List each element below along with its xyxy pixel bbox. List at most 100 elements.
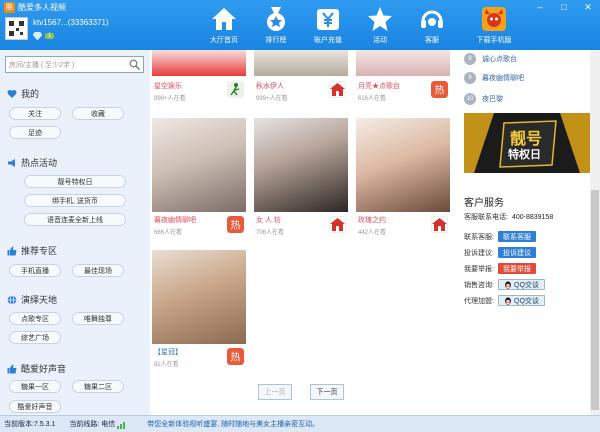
service-label: 联系客服: — [464, 233, 494, 241]
report-button[interactable]: 我要举报 — [498, 263, 536, 274]
room-card[interactable]: 星空娱乐 999+人在看 — [152, 50, 246, 106]
main-nav: 大厅首页 排行榜 账户充值 活动 客服 下载手机版 — [198, 6, 520, 48]
ranking-item[interactable]: 8 诚心点歌台 — [464, 53, 517, 65]
sidebar-item-favorites[interactable]: 收藏 — [72, 107, 124, 120]
nav-service-label: 客服 — [425, 37, 439, 44]
section-good-voice[interactable]: 酷爱好声音 — [7, 362, 66, 375]
service-row: 投诉建议: 投诉建议 — [464, 247, 536, 258]
phone-label: 客服联系电话: — [464, 214, 508, 221]
sidebar-item-history[interactable]: 足迹 — [9, 126, 61, 139]
room-name: 玫瑰之约 — [358, 217, 386, 224]
yuan-icon — [317, 9, 339, 30]
diamond-icon — [33, 32, 42, 40]
contact-service-button[interactable]: 联系客服 — [498, 231, 536, 242]
room-card[interactable]: 玫瑰之约 442人在看 — [356, 118, 450, 242]
sidebar-item-song-request[interactable]: 点歌专区 — [9, 312, 61, 325]
service-title: 客户服务 — [464, 198, 504, 209]
next-page-button[interactable]: 下一页 — [310, 384, 344, 400]
window-title: 酷爱多人视频 — [18, 2, 66, 12]
room-card[interactable]: 女 人 坊 706人在看 — [254, 118, 348, 242]
sidebar-item-variety[interactable]: 综艺广场 — [9, 331, 61, 344]
home-icon — [212, 8, 236, 30]
scrollbar-thumb[interactable] — [591, 190, 599, 410]
nav-service[interactable]: 客服 — [406, 6, 458, 48]
room-card[interactable]: 月亮★点歌台 616人在看 热 — [356, 50, 450, 106]
scrollbar[interactable] — [590, 50, 600, 415]
section-mine[interactable]: 我的 — [7, 87, 39, 100]
service-row: 联系客服: 联系客服 — [464, 231, 536, 242]
sidebar-item-candy-2[interactable]: 糖果二区 — [72, 380, 124, 393]
room-card[interactable]: 暮夜幽情聊吧 666人在看 热 — [152, 118, 246, 242]
sidebar-item-dance[interactable]: 唯舞独尊 — [72, 312, 124, 325]
room-name: 暮夜幽情聊吧 — [154, 217, 196, 224]
ranking-item[interactable]: 10 夜巴黎 — [464, 93, 503, 105]
signal-icon — [117, 421, 126, 429]
maximize-button[interactable]: □ — [552, 0, 576, 14]
service-row: 我要举报: 我要举报 — [464, 263, 536, 274]
sidebar-item-mobile-live[interactable]: 手机直播 — [9, 264, 61, 277]
room-thumbnail — [152, 118, 246, 212]
nav-activity[interactable]: 活动 — [354, 6, 406, 48]
user-id: ktv1567...(33363371) — [33, 18, 109, 27]
qr-code-icon — [9, 21, 24, 36]
sidebar-item-voice-mic[interactable]: 语音连麦全新上线 — [24, 213, 126, 226]
svg-text:热: 热 — [231, 351, 241, 364]
search-icon[interactable] — [129, 59, 140, 70]
room-viewer-count: 442人在看 — [358, 230, 387, 236]
qq-icon — [505, 280, 511, 289]
nav-ranking[interactable]: 排行榜 — [250, 6, 302, 48]
section-performance-title: 演绎天地 — [21, 295, 58, 305]
room-viewer-count: 706人在看 — [256, 230, 285, 236]
room-card[interactable]: 秋水伊人 999+人在看 — [254, 50, 348, 106]
user-level: 1 — [33, 32, 55, 40]
phone-number: 400-8839158 — [511, 213, 554, 221]
section-hot-events[interactable]: 热点活动 — [7, 156, 57, 169]
nav-download[interactable]: 下载手机版 — [468, 6, 520, 48]
avatar[interactable] — [5, 17, 28, 40]
thumb-icon — [7, 246, 17, 255]
rank-number: 9 — [464, 72, 476, 84]
qq-chat-button[interactable]: QQ交谈 — [498, 295, 545, 306]
qq-chat-label: QQ交谈 — [514, 281, 539, 289]
sidebar-item-candy-1[interactable]: 糖果一区 — [9, 380, 61, 393]
sidebar-item-best-live[interactable]: 最佳现场 — [72, 264, 124, 277]
prev-page-button[interactable]: 上一页 — [258, 384, 292, 400]
room-card[interactable]: 【星冠】 92人在看 热 — [152, 250, 246, 374]
sidebar-item-bind-phone[interactable]: 绑手机, 送货币 — [24, 194, 126, 207]
nav-recharge[interactable]: 账户充值 — [302, 6, 354, 48]
feedback-button[interactable]: 投诉建议 — [498, 247, 536, 258]
section-good-voice-title: 酷爱好声音 — [21, 364, 67, 374]
nav-recharge-label: 账户充值 — [314, 37, 342, 44]
service-row: 代理加盟: QQ交谈 — [464, 295, 545, 306]
nav-home[interactable]: 大厅首页 — [198, 6, 250, 48]
headset-icon — [421, 10, 443, 28]
sidebar-item-follow[interactable]: 关注 — [9, 107, 61, 120]
close-button[interactable]: ✕ — [576, 0, 600, 14]
level-badge: 1 — [45, 33, 55, 39]
ranking-item[interactable]: 9 暮夜幽情聊吧 — [464, 72, 524, 84]
marquee-text: 带您全新体验视听盛宴, 随时随地与美女主播亲密互动。 — [147, 421, 320, 428]
room-name: 星空娱乐 — [154, 83, 182, 90]
line-text: 当前线路: 电信 — [69, 421, 116, 428]
section-recommended-title: 推荐专区 — [21, 246, 58, 256]
globe-icon — [7, 294, 17, 305]
room-name: 【星冠】 — [154, 349, 182, 356]
promo-banner[interactable]: 靓号 特权日 — [464, 113, 590, 173]
star-icon — [368, 7, 392, 31]
search-input[interactable]: 房间/主播 ( 至少2字 ) — [5, 56, 144, 73]
sidebar-item-good-voice[interactable]: 酷爱好声音 — [9, 400, 61, 413]
room-grid: 星空娱乐 999+人在看 秋水伊人 999+人在看 月亮★点歌台 616人在看 … — [150, 50, 450, 415]
top-header: 酷 酷爱多人视频 – □ ✕ ktv1567...(33363371) 1 大厅… — [0, 0, 600, 50]
sidebar-item-vip-number-day[interactable]: 靓号特权日 — [24, 175, 126, 188]
rank-name: 诚心点歌台 — [482, 56, 517, 63]
qq-chat-button[interactable]: QQ交谈 — [498, 279, 545, 290]
minimize-button[interactable]: – — [528, 0, 552, 14]
section-mine-title: 我的 — [21, 89, 40, 99]
nav-ranking-label: 排行榜 — [265, 37, 287, 44]
heart-icon — [7, 89, 17, 98]
section-performance[interactable]: 演绎天地 — [7, 293, 57, 306]
user-info — [5, 17, 28, 40]
hot-badge-icon: 热 — [227, 216, 244, 233]
section-recommended[interactable]: 推荐专区 — [7, 244, 57, 257]
room-thumbnail — [356, 50, 450, 76]
